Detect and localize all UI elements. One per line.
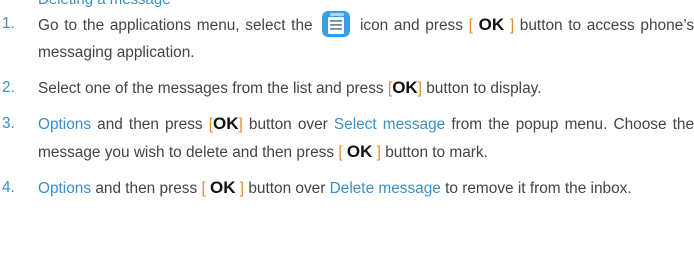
options-label: Options [38,116,92,133]
step-text: button to display. [426,80,542,97]
step-text: icon and press [359,17,463,34]
step-2: 2. Select one of the messages from the l… [0,74,694,102]
step-number: 2. [2,79,15,96]
step-number: 3. [2,115,15,132]
section-heading: Deleting a message [38,0,171,9]
step-1: 1. Go to the applications menu, select t… [0,10,694,66]
options-label: Options [38,180,92,197]
step-3: 3. Options and then press [OK] button ov… [0,110,694,166]
step-text: Go to the applications menu, select the [38,17,313,34]
step-text: button over [248,116,328,133]
ok-key: [ OK ] [468,15,515,34]
ok-key: [OK] [208,114,243,133]
messaging-app-icon [322,11,351,37]
ok-key: [ OK ] [338,142,381,161]
delete-message-label: Delete message [329,180,441,197]
step-text: Select one of the messages from the list… [38,80,384,97]
step-4: 4. Options and then press [ OK ] button … [0,174,694,202]
step-number: 4. [2,179,15,196]
instruction-steps: 1. Go to the applications menu, select t… [0,10,694,202]
step-text: button to mark. [385,144,488,161]
step-text: to remove it from the inbox. [445,180,632,197]
select-message-label: Select message [333,116,446,133]
step-number: 1. [2,15,15,32]
ok-key: [OK] [387,78,422,97]
step-text: button over [248,180,326,197]
step-text: and then press [97,116,203,133]
step-text: and then press [95,180,198,197]
ok-key: [ OK ] [201,178,245,197]
